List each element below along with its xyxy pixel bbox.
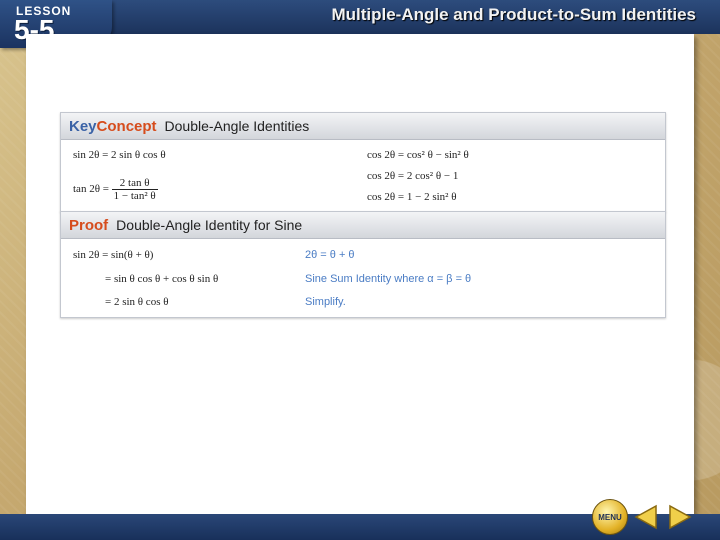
cos-identity-1: cos 2θ = cos² θ − sin² θ [367,149,469,161]
proof-panel: Proof Double-Angle Identity for Sine sin… [60,211,666,318]
menu-button[interactable]: MENU [592,499,628,535]
proof-step-2-reason: Sine Sum Identity where α = β = θ [305,273,472,285]
key-concept-panel: KeyConcept Double-Angle Identities sin 2… [60,112,666,212]
previous-button[interactable] [632,503,660,531]
sin-double-angle: sin 2θ = 2 sin θ cos θ [73,149,166,161]
proof-heading: Double-Angle Identity for Sine [116,217,303,233]
tan-fraction: 2 tan θ 1 − tan² θ [111,177,158,202]
key-concept-heading: Double-Angle Identities [164,118,310,134]
tan-double-angle: tan 2θ = 2 tan θ 1 − tan² θ [73,177,158,202]
cos-identity-3: cos 2θ = 1 − 2 sin² θ [367,191,457,203]
proof-step-2-expr: = sin θ cos θ + cos θ sin θ [105,273,219,285]
arrow-right-icon [669,504,692,530]
proof-step-3-reason: Simplify. [305,296,346,308]
proof-step-1-reason: 2θ = θ + θ [305,249,355,261]
page-title: Multiple-Angle and Product-to-Sum Identi… [331,5,696,24]
key-concept-header: KeyConcept Double-Angle Identities [61,113,665,140]
proof-step-1-expr: sin 2θ = sin(θ + θ) [73,249,154,261]
proof-step-3-expr: = 2 sin θ cos θ [105,296,169,308]
proof-header: Proof Double-Angle Identity for Sine [61,212,665,239]
cos-identity-2: cos 2θ = 2 cos² θ − 1 [367,170,459,182]
arrow-left-icon [634,504,657,530]
proof-label: Proof [69,216,109,234]
key-concept-label: KeyConcept [69,117,157,135]
next-button[interactable] [666,503,694,531]
